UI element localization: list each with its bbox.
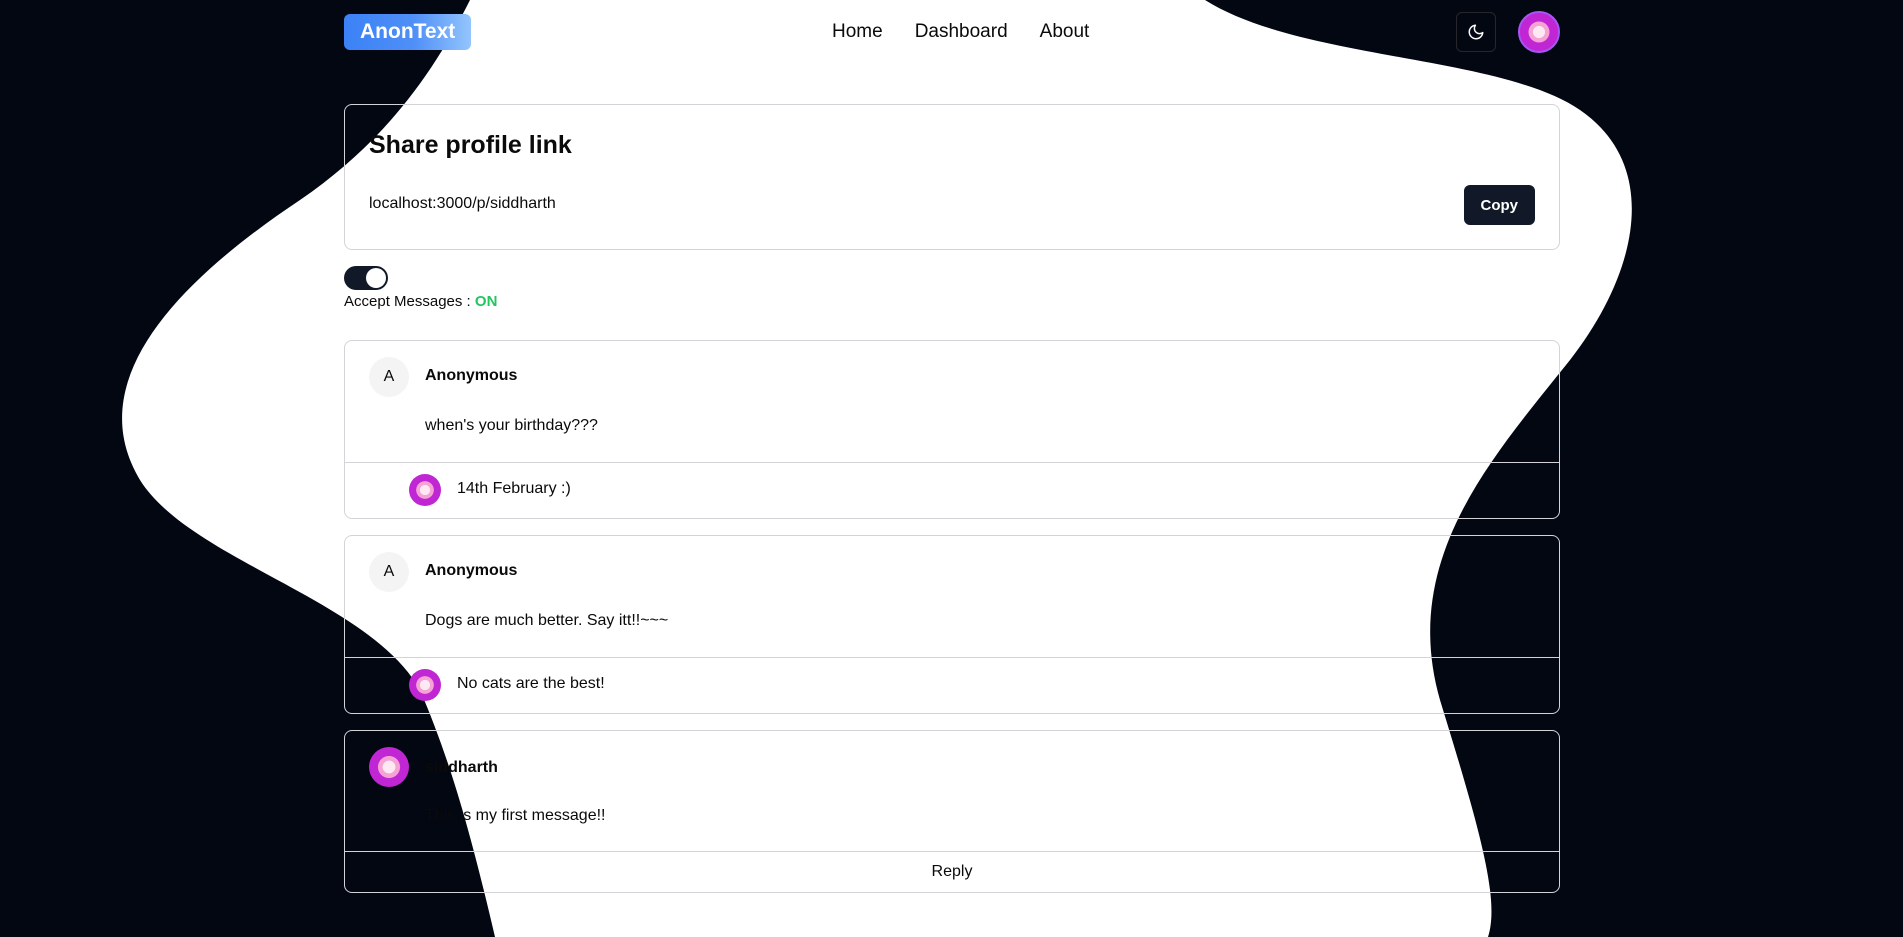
moon-icon — [1468, 24, 1484, 40]
logo[interactable]: AnonText — [344, 14, 472, 50]
sender-avatar — [369, 747, 409, 787]
reply-text: 14th February :) — [457, 480, 571, 497]
message-card: A Anonymous Dogs are much better. Say it… — [344, 535, 1560, 714]
copy-button[interactable]: Copy — [1463, 185, 1535, 225]
user-avatar[interactable] — [1518, 11, 1560, 53]
message-text: Dogs are much better. Say itt!!~~~ — [425, 612, 669, 629]
nav-home-link[interactable]: Home — [832, 20, 883, 44]
reply-avatar — [409, 474, 441, 506]
nav-dashboard-link[interactable]: Dashboard — [915, 20, 1008, 44]
switch-knob — [366, 268, 386, 288]
reply-text: No cats are the best! — [457, 675, 605, 692]
profile-url: localhost:3000/p/siddharth — [369, 195, 556, 212]
navbar: AnonText Home Dashboard About — [0, 0, 1903, 65]
divider — [345, 462, 1559, 463]
sender-name: siddharth — [425, 759, 498, 776]
sender-avatar: A — [369, 357, 409, 397]
accept-state: ON — [474, 293, 498, 310]
share-title: Share profile link — [369, 131, 572, 159]
sender-avatar: A — [369, 552, 409, 592]
message-text: This is my first message!! — [425, 807, 606, 824]
reply-button[interactable]: Reply — [345, 852, 1559, 892]
accept-messages-status: Accept Messages : ON — [344, 293, 497, 310]
nav-links: Home Dashboard About — [832, 20, 1089, 44]
accept-label: Accept Messages : — [344, 293, 475, 310]
sender-name: Anonymous — [425, 367, 518, 384]
message-card: siddharth This is my first message!! Rep… — [344, 730, 1560, 893]
reply-avatar — [409, 669, 441, 701]
message-text: when's your birthday??? — [425, 417, 598, 434]
nav-about-link[interactable]: About — [1040, 20, 1090, 44]
accept-messages-switch[interactable] — [344, 266, 388, 290]
share-profile-card: Share profile link localhost:3000/p/sidd… — [344, 104, 1560, 250]
divider — [345, 657, 1559, 658]
message-card: A Anonymous when's your birthday??? 14th… — [344, 340, 1560, 519]
sender-name: Anonymous — [425, 562, 518, 579]
theme-toggle-button[interactable] — [1456, 12, 1496, 52]
